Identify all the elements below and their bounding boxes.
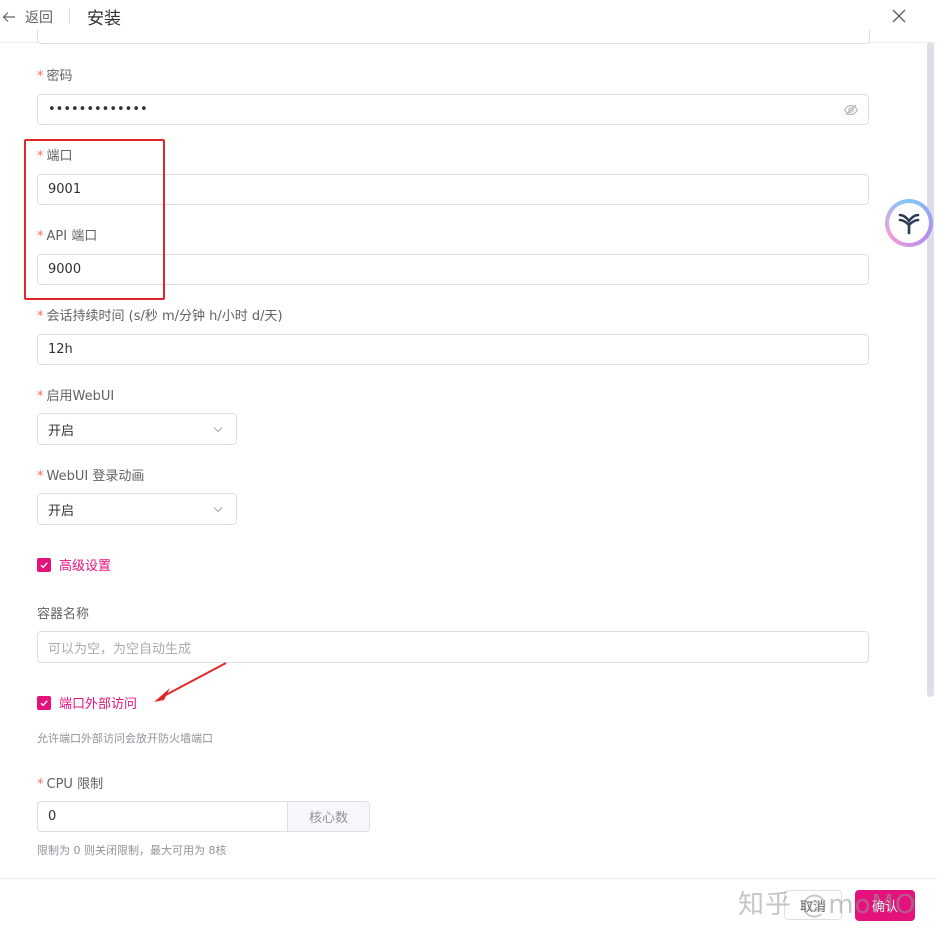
- container-name-field[interactable]: 可以为空，为空自动生成: [37, 631, 869, 663]
- external-access-hint: 允许端口外部访问会放开防火墙端口: [37, 732, 213, 745]
- scrollbar-thumb[interactable]: [927, 42, 934, 697]
- session-duration-value: 12h: [48, 342, 73, 357]
- confirm-button[interactable]: 确认: [855, 890, 915, 921]
- password-field[interactable]: •••••••••••••: [37, 94, 869, 125]
- external-access-label: 端口外部访问: [59, 697, 138, 712]
- session-duration-field[interactable]: 12h: [37, 334, 869, 365]
- port-field[interactable]: 9001: [37, 174, 869, 205]
- chevron-down-icon: [213, 507, 223, 513]
- cpu-limit-input-group: 0 核心数: [37, 801, 370, 832]
- previous-input-edge: [37, 30, 870, 44]
- port-label: * 端口: [37, 149, 73, 164]
- page-title: 安装: [87, 9, 121, 29]
- chevron-down-icon: [213, 427, 223, 433]
- enable-webui-label: * 启用WebUI: [37, 389, 115, 404]
- cpu-limit-label: * CPU 限制: [37, 777, 104, 792]
- container-name-label: 容器名称: [37, 607, 90, 622]
- arrow-left-icon: [2, 12, 15, 22]
- eye-hidden-icon[interactable]: [843, 102, 859, 118]
- back-label: 返回: [25, 10, 53, 26]
- cpu-limit-value: 0: [48, 809, 57, 824]
- enable-webui-value: 开启: [48, 423, 75, 439]
- assistant-logo-icon: [898, 213, 920, 235]
- assistant-float-button[interactable]: [885, 199, 933, 247]
- external-access-checkbox[interactable]: 端口外部访问: [37, 693, 137, 712]
- annotation-arrow-icon: [154, 662, 227, 702]
- advanced-settings-checkbox[interactable]: 高级设置: [37, 555, 111, 574]
- api-port-field[interactable]: 9000: [37, 254, 869, 285]
- container-name-placeholder: 可以为空，为空自动生成: [48, 641, 192, 657]
- webui-animation-label: * WebUI 登录动画: [37, 469, 145, 484]
- api-port-label: * API 端口: [37, 229, 98, 244]
- port-value: 9001: [48, 182, 82, 197]
- api-port-value: 9000: [48, 262, 82, 277]
- checkbox-checked-icon: [37, 695, 51, 710]
- checkbox-checked-icon: [37, 557, 51, 572]
- session-duration-label: * 会话持续时间 (s/秒 m/分钟 h/小时 d/天): [37, 309, 283, 324]
- cpu-limit-unit: 核心数: [288, 801, 370, 832]
- password-value: •••••••••••••: [48, 102, 148, 117]
- advanced-settings-label: 高级设置: [59, 559, 112, 574]
- back-button[interactable]: 返回: [0, 6, 53, 28]
- password-label: * 密码: [37, 69, 73, 84]
- cancel-button[interactable]: 取消: [784, 890, 842, 920]
- enable-webui-select[interactable]: 开启: [37, 413, 237, 445]
- close-icon[interactable]: [889, 6, 909, 26]
- header-divider: [69, 8, 70, 24]
- webui-animation-value: 开启: [48, 503, 75, 519]
- cpu-limit-hint: 限制为 0 则关闭限制，最大可用为 8核: [37, 844, 227, 857]
- cpu-limit-field[interactable]: 0: [37, 801, 288, 832]
- webui-animation-select[interactable]: 开启: [37, 493, 237, 525]
